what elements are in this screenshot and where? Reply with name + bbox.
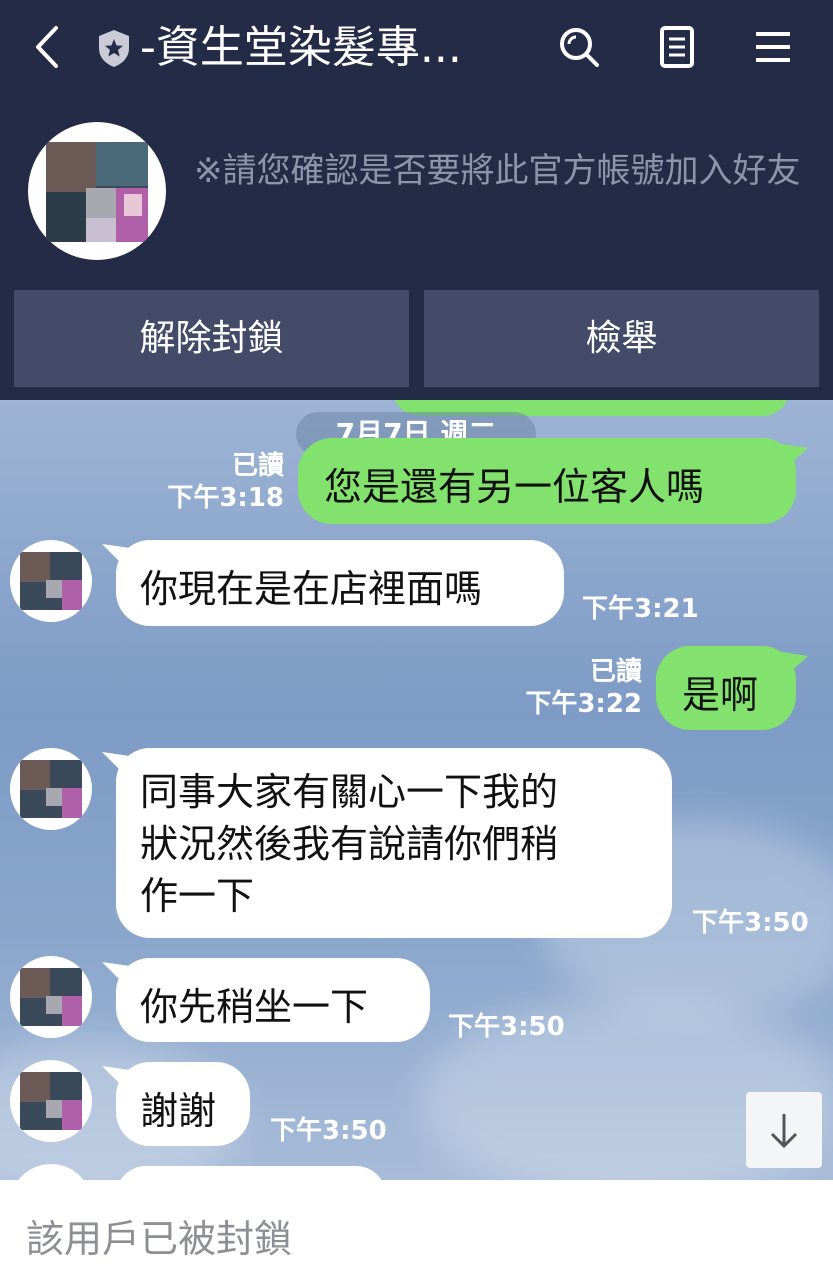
message-time: 下午3:50 bbox=[448, 1012, 565, 1042]
bubble-tail bbox=[782, 444, 808, 466]
shield-star-icon bbox=[96, 28, 132, 68]
message-bubble-incoming[interactable]: 你先稍坐一下 bbox=[102, 958, 430, 1042]
read-receipt: 已讀 bbox=[231, 451, 284, 481]
message-bubble-outgoing[interactable]: 是啊 bbox=[656, 646, 808, 730]
sender-avatar[interactable] bbox=[10, 956, 92, 1038]
message-time: 下午3:21 bbox=[582, 594, 699, 624]
bubble-tail bbox=[102, 962, 130, 984]
report-button[interactable]: 檢舉 bbox=[424, 290, 819, 387]
message-bubble-incoming[interactable]: 謝謝 bbox=[102, 1062, 250, 1146]
read-receipt: 已讀 bbox=[589, 657, 642, 687]
message-text: 您是還有另一位客人嗎 bbox=[324, 465, 705, 509]
message-text: 你先稍坐一下 bbox=[140, 985, 369, 1029]
chat-area[interactable]: 7月7日 週二 已讀 下午3:18 您是還有另一位客人嗎 你現在是在店裡面嗎 下… bbox=[0, 400, 833, 1180]
blocked-status-text: 該用戶已被封鎖 bbox=[26, 1217, 293, 1261]
message-line: 同事大家有關心一下我的 bbox=[140, 770, 559, 814]
message-text: 同事大家有關心一下我的 狀況然後我有說請你們稍 作一下 bbox=[140, 766, 558, 922]
message-line: 作一下 bbox=[140, 874, 255, 918]
sender-avatar[interactable] bbox=[10, 748, 92, 830]
chat-header: -資生堂染髮專... ※請您確認是否要將此官方帳號加入好友 解除封鎖 檢舉 bbox=[0, 0, 833, 400]
sender-avatar[interactable] bbox=[10, 540, 92, 622]
top-bar: -資生堂染髮專... bbox=[0, 0, 833, 96]
message-bubble-incoming[interactable]: 同事大家有關心一下我的 狀況然後我有說請你們稍 作一下 bbox=[102, 748, 672, 938]
bubble-tail bbox=[102, 1066, 130, 1088]
message-line: 狀況然後我有說請你們稍 bbox=[140, 822, 559, 866]
chat-title: -資生堂染髮專... bbox=[140, 22, 462, 73]
add-friend-notice: ※請您確認是否要將此官方帳號加入好友 bbox=[194, 151, 801, 191]
profile-avatar[interactable] bbox=[28, 122, 166, 260]
message-meta: 已讀 下午3:18 bbox=[150, 450, 284, 514]
message-bubble-incoming[interactable] bbox=[116, 1166, 386, 1180]
notes-icon[interactable] bbox=[654, 24, 700, 70]
message-time: 下午3:18 bbox=[167, 483, 284, 513]
bubble-tail bbox=[782, 652, 808, 674]
sender-avatar[interactable] bbox=[10, 1060, 92, 1142]
message-time: 下午3:50 bbox=[692, 908, 809, 938]
bubble-tail bbox=[102, 752, 130, 774]
message-time: 下午3:22 bbox=[525, 689, 642, 719]
bubble-tail bbox=[102, 544, 130, 566]
scroll-down-icon bbox=[770, 1114, 798, 1149]
menu-icon[interactable] bbox=[750, 24, 796, 70]
unblock-button[interactable]: 解除封鎖 bbox=[14, 290, 409, 387]
message-text: 你現在是在店裡面嗎 bbox=[140, 567, 483, 611]
message-meta: 已讀 下午3:22 bbox=[500, 656, 642, 720]
message-bubble-outgoing[interactable]: 您是還有另一位客人嗎 bbox=[298, 438, 808, 524]
back-icon[interactable] bbox=[28, 22, 68, 72]
search-icon[interactable] bbox=[556, 24, 602, 70]
message-text: 是啊 bbox=[682, 673, 759, 717]
scroll-down-button[interactable] bbox=[746, 1092, 822, 1168]
input-footer: 該用戶已被封鎖 bbox=[0, 1180, 833, 1280]
message-text: 謝謝 bbox=[140, 1089, 217, 1133]
message-time: 下午3:50 bbox=[270, 1116, 387, 1146]
message-bubble-incoming[interactable]: 你現在是在店裡面嗎 bbox=[102, 540, 564, 626]
